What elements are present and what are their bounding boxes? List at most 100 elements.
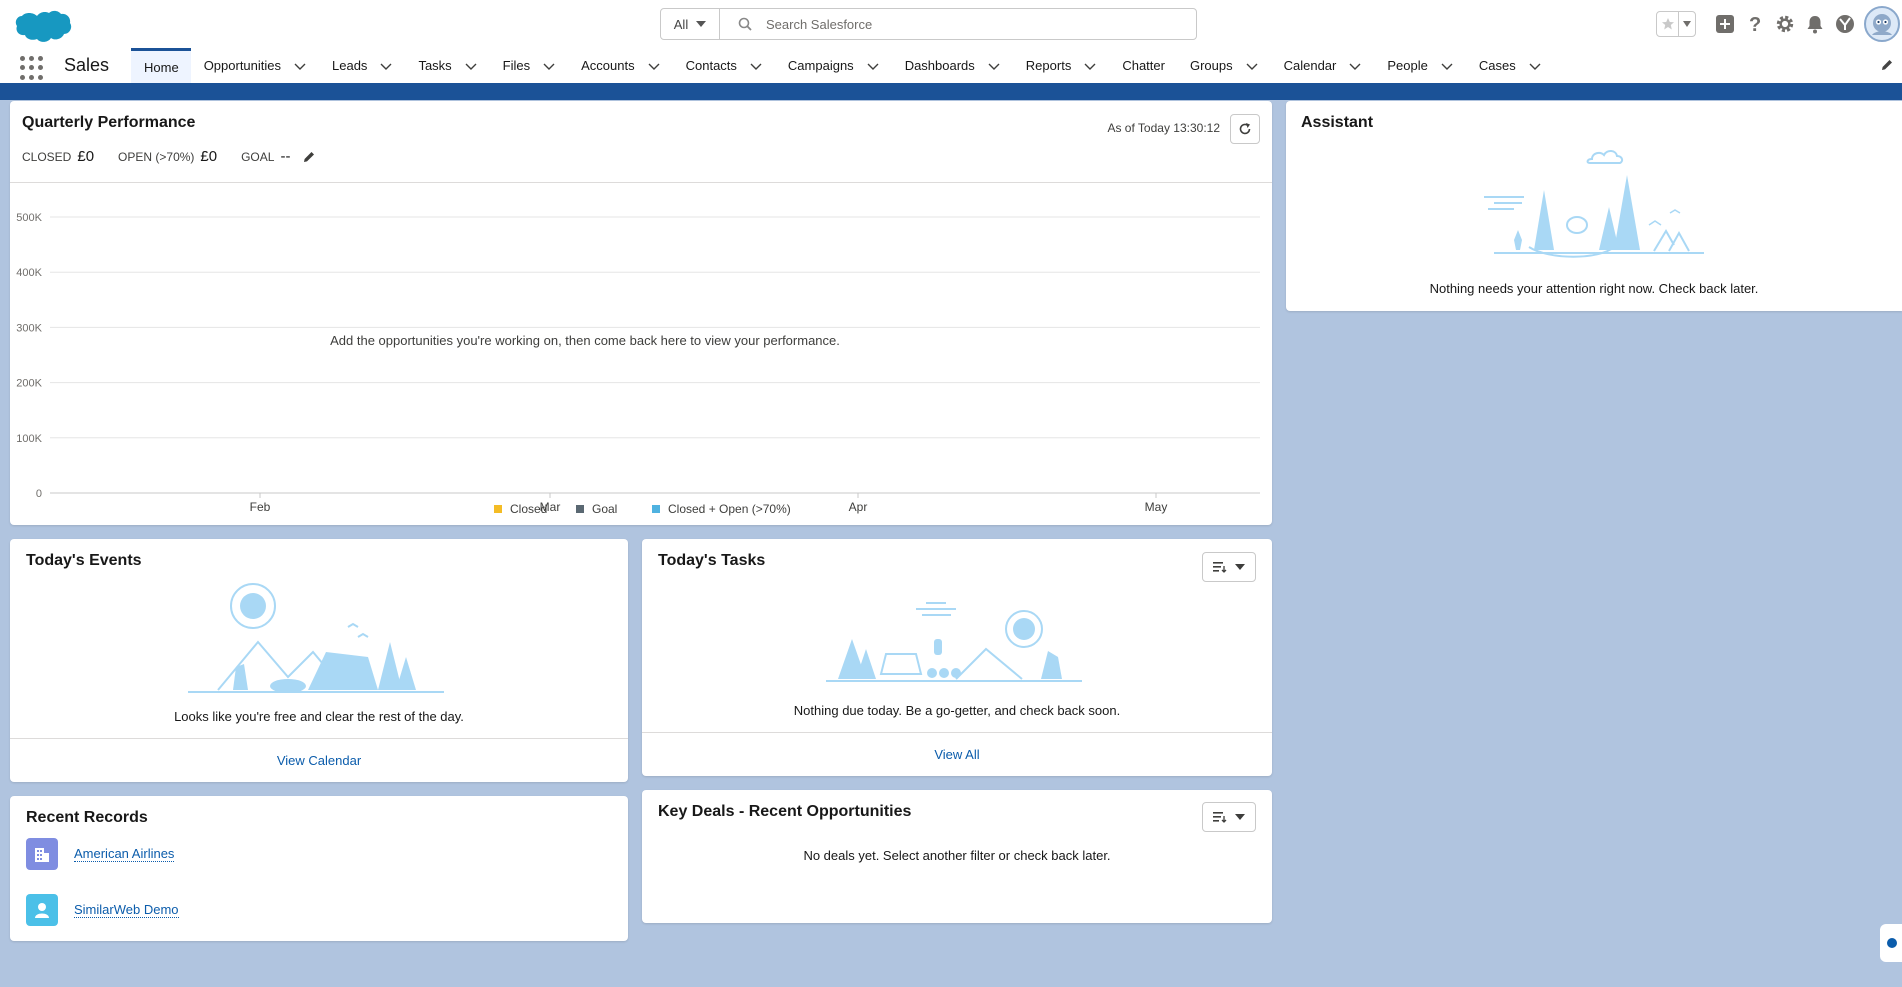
card-title: Quarterly Performance (22, 114, 196, 131)
help-bubble-icon (1887, 938, 1897, 948)
tab-label: Dashboards (904, 58, 975, 73)
recent-record-link[interactable]: American Airlines (74, 846, 175, 862)
tab-people[interactable]: People (1374, 48, 1465, 83)
y-tick-label: 500K (16, 212, 42, 224)
chevron-down-icon[interactable] (866, 59, 880, 73)
picnic-illustration (826, 602, 1082, 682)
chevron-down-icon[interactable] (1083, 59, 1097, 73)
y-tick-label: 200K (16, 378, 42, 390)
user-avatar[interactable] (1864, 6, 1900, 42)
as-of-timestamp: As of Today 13:30:12 (1107, 121, 1220, 135)
legend-label: Closed + Open (>70%) (668, 502, 791, 516)
tab-label: Campaigns (787, 58, 854, 73)
todays-events-card: Today's Events Looks like you're free an… (10, 539, 628, 782)
setup-gear-icon[interactable] (1770, 9, 1800, 39)
card-title: Assistant (1301, 114, 1374, 131)
tab-cases[interactable]: Cases (1466, 48, 1554, 83)
tab-label: Chatter (1122, 58, 1165, 73)
recent-record-link[interactable]: SimilarWeb Demo (74, 902, 179, 918)
x-tick-label: Apr (849, 500, 868, 514)
chevron-down-icon[interactable] (542, 59, 556, 73)
edit-nav-pencil-icon[interactable] (1880, 58, 1894, 75)
view-calendar-link[interactable]: View Calendar (277, 753, 361, 768)
closed-label: CLOSED (22, 149, 72, 164)
tab-label: Calendar (1283, 58, 1337, 73)
search-placeholder: Search Salesforce (766, 16, 873, 32)
search-scope-dropdown[interactable]: All (661, 9, 720, 39)
tab-label: Contacts (685, 58, 737, 73)
account-icon (26, 838, 58, 870)
tab-groups[interactable]: Groups (1177, 48, 1271, 83)
tab-opportunities[interactable]: Opportunities (191, 48, 319, 83)
global-search: All Search Salesforce (660, 8, 1197, 40)
chevron-down-icon[interactable] (749, 59, 763, 73)
tab-label: Reports (1025, 58, 1072, 73)
tab-dashboards[interactable]: Dashboards (892, 48, 1013, 83)
card-title: Key Deals - Recent Opportunities (658, 803, 912, 820)
contact-icon (26, 894, 58, 926)
recent-records-card: Recent Records American Airlines Similar… (10, 796, 628, 941)
tab-files[interactable]: Files (490, 48, 568, 83)
chevron-down-icon[interactable] (987, 59, 1001, 73)
open-value: £0 (200, 148, 218, 165)
tab-label: Tasks (418, 58, 452, 73)
performance-chart: 0100K200K300K400K500KFeb Mar Apr MayAdd the… (16, 212, 1260, 516)
x-tick-label: May (1145, 500, 1168, 514)
card-title: Today's Tasks (658, 552, 766, 569)
view-all-link[interactable]: View All (934, 747, 979, 762)
edit-goal-pencil-icon[interactable] (302, 150, 316, 164)
assistant-card: Assistant Nothing needs your attention r… (1286, 101, 1902, 311)
refresh-button[interactable] (1230, 114, 1260, 144)
closed-value: £0 (77, 148, 95, 165)
tab-label: Groups (1189, 58, 1233, 73)
svg-text:?: ? (1749, 14, 1761, 34)
chevron-down-icon[interactable] (647, 59, 661, 73)
events-empty-message: Looks like you're free and clear the res… (174, 709, 464, 724)
y-tick-label: 0 (36, 488, 42, 500)
favorite-star-icon[interactable] (1657, 12, 1679, 36)
tab-tasks[interactable]: Tasks (405, 48, 489, 83)
app-launcher-icon[interactable] (20, 56, 44, 80)
tasks-filter-button[interactable] (1202, 552, 1256, 582)
tab-home[interactable]: Home (131, 48, 191, 83)
open-label: OPEN (>70%) (118, 149, 195, 164)
key-deals-card: Key Deals - Recent Opportunities No deal… (642, 790, 1272, 923)
chevron-down-icon[interactable] (1245, 59, 1259, 73)
help-widget-tab[interactable] (1880, 924, 1902, 962)
chevron-down-icon[interactable] (1440, 59, 1454, 73)
goal-label: GOAL (241, 149, 275, 164)
global-add-icon[interactable] (1710, 9, 1740, 39)
camping-illustration (188, 583, 444, 693)
legend-swatch (494, 505, 502, 513)
tab-reports[interactable]: Reports (1013, 48, 1110, 83)
search-scope-label: All (673, 16, 689, 32)
tab-calendar[interactable]: Calendar (1271, 48, 1375, 83)
chevron-down-icon[interactable] (1528, 59, 1542, 73)
search-icon (738, 17, 752, 31)
legend-label: Closed (510, 502, 547, 516)
favorites-dropdown-icon[interactable] (1679, 12, 1695, 36)
notifications-bell-icon[interactable] (1800, 9, 1830, 39)
tab-label: Accounts (581, 58, 635, 73)
chevron-down-icon (696, 21, 707, 27)
search-input[interactable]: Search Salesforce (720, 9, 1196, 39)
refresh-icon (1239, 123, 1251, 135)
tab-label: Cases (1478, 58, 1516, 73)
chevron-down-icon[interactable] (1348, 59, 1362, 73)
chevron-down-icon[interactable] (464, 59, 478, 73)
tab-chatter[interactable]: Chatter (1109, 48, 1177, 83)
help-icon[interactable]: ? (1740, 9, 1770, 39)
tab-leads[interactable]: Leads (319, 48, 405, 83)
trailhead-icon[interactable] (1830, 9, 1860, 39)
tab-campaigns[interactable]: Campaigns (775, 48, 892, 83)
todays-tasks-card: Today's Tasks Nothing due today. Be a go… (642, 539, 1272, 776)
tasks-empty-message: Nothing due today. Be a go-getter, and c… (793, 703, 1121, 718)
favorites-group (1656, 11, 1696, 37)
chevron-down-icon[interactable] (379, 59, 393, 73)
tab-accounts[interactable]: Accounts (568, 48, 672, 83)
tab-contacts[interactable]: Contacts (673, 48, 775, 83)
deals-filter-button[interactable] (1202, 802, 1256, 832)
x-tick-label: Feb (250, 500, 271, 514)
chevron-down-icon[interactable] (293, 59, 307, 73)
salesforce-logo[interactable] (12, 6, 72, 46)
